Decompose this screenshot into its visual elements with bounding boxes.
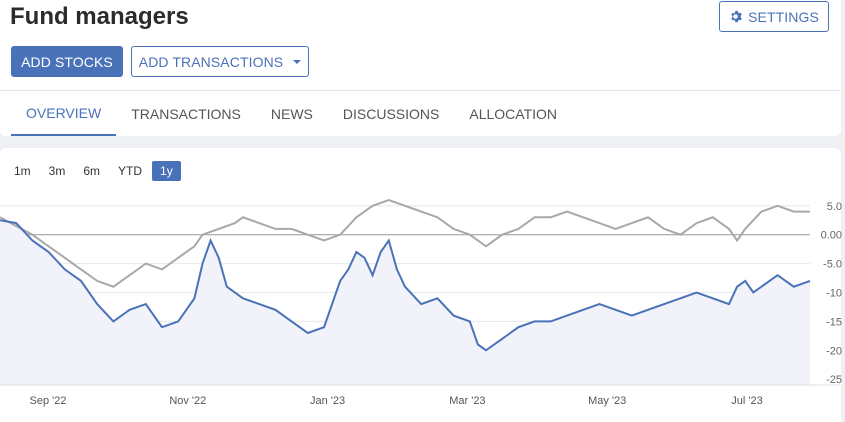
- range-ytd[interactable]: YTD: [110, 161, 150, 181]
- tab-news[interactable]: NEWS: [256, 91, 328, 136]
- y-tick-label: 0.00: [821, 230, 842, 242]
- settings-button[interactable]: SETTINGS: [719, 1, 829, 32]
- add-stocks-button[interactable]: ADD STOCKS: [11, 46, 123, 77]
- x-tick-label: Mar '23: [449, 395, 485, 407]
- y-tick-label: -20: [826, 345, 842, 357]
- tab-allocation[interactable]: ALLOCATION: [454, 91, 572, 136]
- x-tick-label: Jul '23: [731, 395, 762, 407]
- range-selector: 1m 3m 6m YTD 1y: [6, 161, 181, 181]
- range-6m[interactable]: 6m: [75, 161, 108, 181]
- caret-down-icon: [293, 59, 302, 64]
- y-tick-label: 5.0: [827, 201, 842, 213]
- range-1y[interactable]: 1y: [152, 161, 181, 181]
- y-tick-label: -15: [826, 316, 842, 328]
- y-axis-ticks: 5.0 0.00 -5.0 -10 -15 -20 -25: [821, 201, 842, 386]
- add-transactions-button[interactable]: ADD TRANSACTIONS: [131, 46, 309, 77]
- x-axis-ticks: Sep '22 Nov '22 Jan '23 Mar '23 May '23 Jul '…: [30, 395, 763, 407]
- x-tick-label: Sep '22: [30, 395, 67, 407]
- gear-icon: [731, 10, 742, 23]
- performance-chart[interactable]: 5.0 0.00 -5.0 -10 -15 -20 -25 Sep '22 Nov '22 Ja…: [0, 195, 845, 422]
- tab-bar: OVERVIEW TRANSACTIONS NEWS DISCUSSIONS A…: [11, 91, 572, 136]
- tab-transactions[interactable]: TRANSACTIONS: [116, 91, 256, 136]
- range-1m[interactable]: 1m: [6, 161, 39, 181]
- range-3m[interactable]: 3m: [41, 161, 74, 181]
- x-tick-label: Nov '22: [169, 395, 206, 407]
- tab-overview[interactable]: OVERVIEW: [11, 91, 117, 136]
- y-tick-label: -5.0: [823, 259, 842, 271]
- y-tick-label: -10: [826, 288, 842, 300]
- tab-discussions[interactable]: DISCUSSIONS: [328, 91, 454, 136]
- settings-label: SETTINGS: [748, 8, 819, 25]
- y-tick-label: -25: [826, 374, 842, 386]
- benchmark-line: [0, 198, 810, 288]
- portfolio-area: [0, 220, 810, 385]
- add-transactions-label: ADD TRANSACTIONS: [138, 53, 284, 70]
- page-title: Fund managers: [10, 3, 189, 30]
- x-tick-label: Jan '23: [310, 395, 345, 407]
- x-tick-label: May '23: [588, 395, 626, 407]
